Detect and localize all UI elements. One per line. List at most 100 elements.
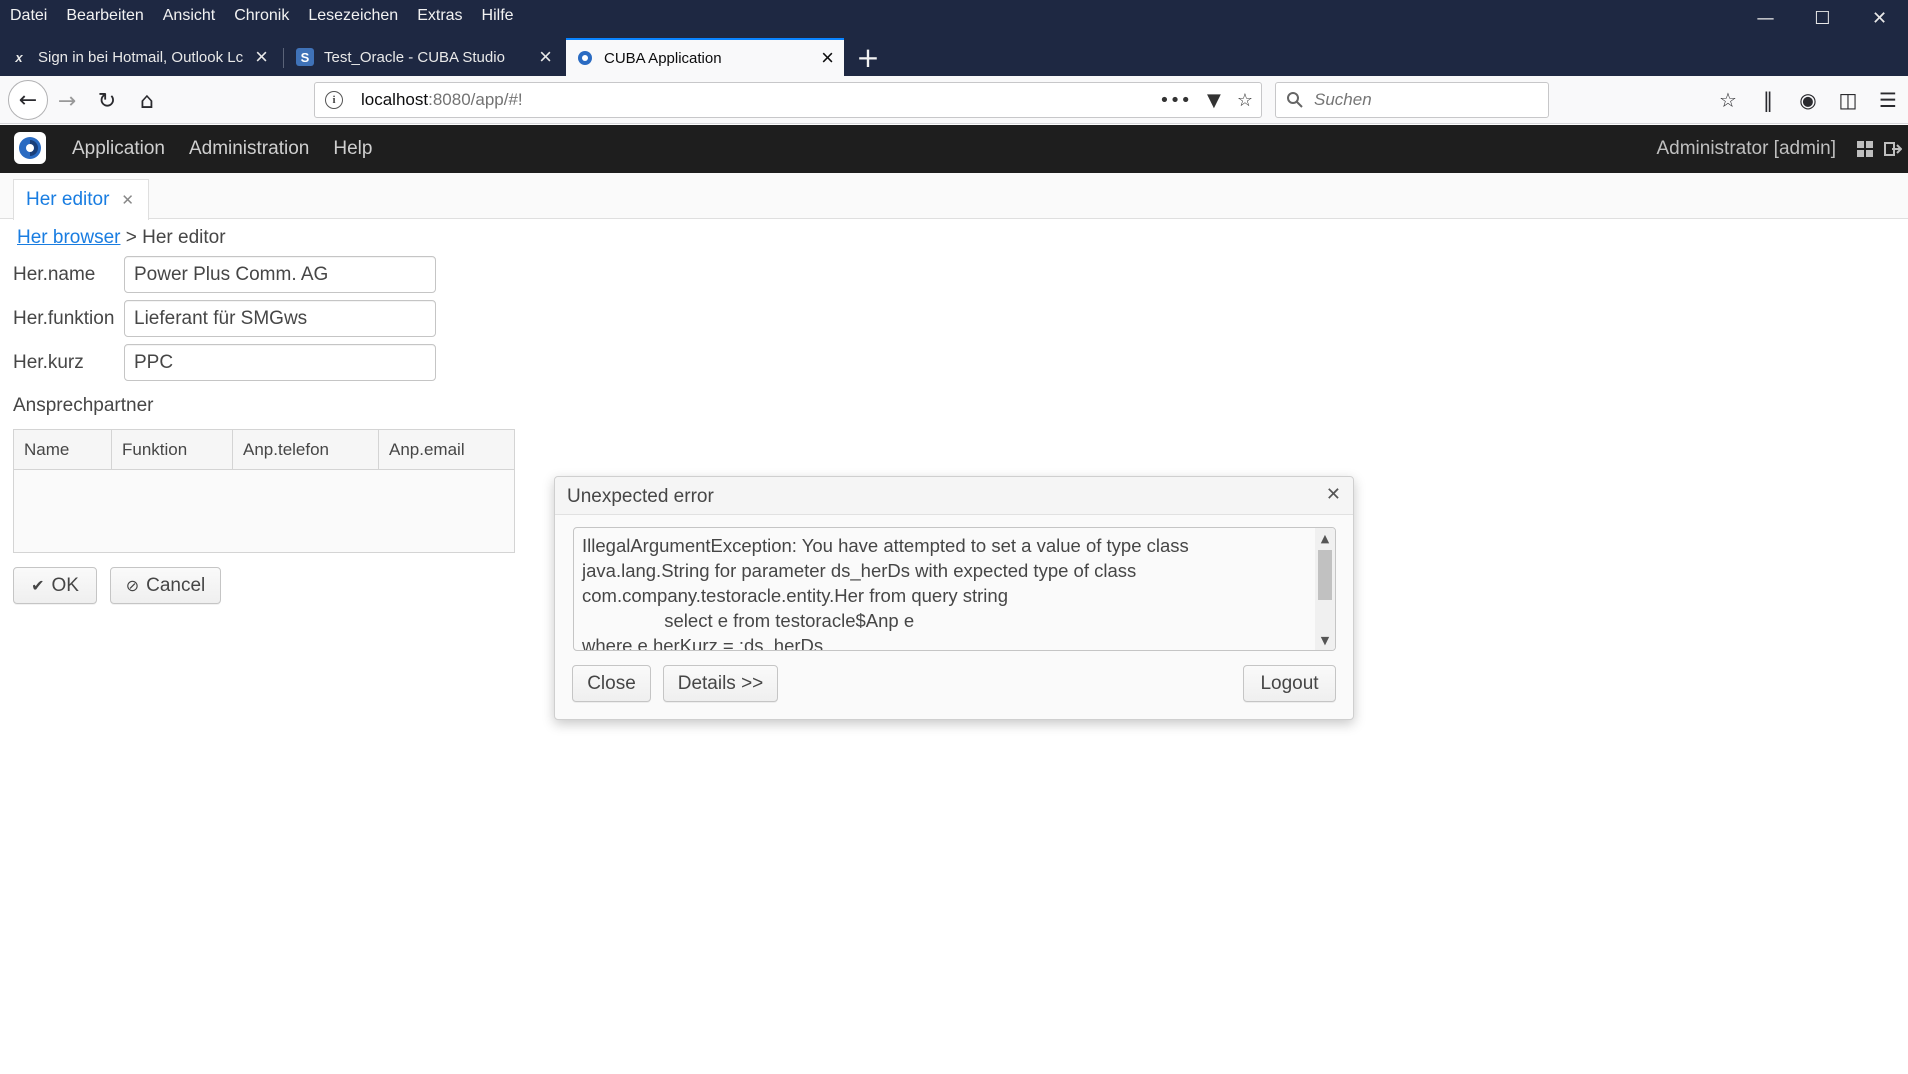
- browser-tab-outlook[interactable]: х Sign in bei Hotmail, Outlook Lc ×: [0, 38, 278, 76]
- column-header-anp-email[interactable]: Anp.email: [379, 430, 514, 469]
- form-row-kurz: Her.kurz: [13, 344, 436, 381]
- scroll-up-icon[interactable]: ▲: [1318, 531, 1332, 545]
- dialog-header: Unexpected error ✕: [555, 477, 1353, 515]
- search-bar[interactable]: [1275, 82, 1549, 118]
- app-menu-application[interactable]: Application: [72, 138, 165, 160]
- logout-icon[interactable]: [1884, 140, 1902, 158]
- menu-bearbeiten[interactable]: Bearbeiten: [66, 7, 143, 25]
- url-bar[interactable]: i localhost:8080/app/#! ••• ▼ ☆: [314, 82, 1262, 118]
- reload-icon[interactable]: ↻: [90, 84, 124, 118]
- browser-menubar: Datei Bearbeiten Ansicht Chronik Lesezei…: [0, 0, 533, 32]
- field-label-kurz: Her.kurz: [13, 351, 84, 373]
- menu-hilfe[interactable]: Hilfe: [482, 7, 514, 25]
- minimize-icon[interactable]: —: [1737, 0, 1794, 36]
- her-name-field[interactable]: [124, 256, 436, 293]
- browser-titlebar: Datei Bearbeiten Ansicht Chronik Lesezei…: [0, 0, 1908, 76]
- browser-tab-cuba-studio[interactable]: S Test_Oracle - CUBA Studio ×: [286, 38, 562, 76]
- dialog-close-button[interactable]: Close: [572, 665, 651, 702]
- tab-title: Sign in bei Hotmail, Outlook Lc: [38, 48, 244, 66]
- details-button[interactable]: Details >>: [663, 665, 778, 702]
- cancel-button[interactable]: ⊘ Cancel: [110, 567, 221, 604]
- extension-icon[interactable]: ◉: [1788, 88, 1828, 112]
- pocket-icon[interactable]: ▼: [1207, 90, 1221, 111]
- cuba-logo-icon[interactable]: [14, 132, 46, 164]
- browser-toolbar-icons: ☆ ‖ ◉ ◫ ☰: [1708, 76, 1908, 124]
- table-header: Name Funktion Anp.telefon Anp.email: [14, 430, 514, 470]
- tab-her-editor[interactable]: Her editor ✕: [13, 179, 149, 220]
- bookmarks-icon[interactable]: ☆: [1708, 88, 1748, 112]
- cuba-icon: [576, 49, 594, 67]
- logout-button[interactable]: Logout: [1243, 665, 1336, 702]
- forward-icon[interactable]: →: [50, 84, 84, 118]
- breadcrumb-link-her-browser[interactable]: Her browser: [17, 227, 120, 248]
- scrollbar-thumb[interactable]: [1318, 550, 1332, 600]
- maximize-icon[interactable]: ☐: [1794, 0, 1851, 36]
- info-icon[interactable]: i: [325, 91, 343, 109]
- sidebar-icon[interactable]: ◫: [1828, 88, 1868, 112]
- url-host: localhost: [361, 90, 429, 109]
- column-header-funktion[interactable]: Funktion: [112, 430, 233, 469]
- new-tab-icon[interactable]: +: [852, 38, 884, 76]
- check-icon: ✔: [31, 577, 45, 595]
- app-menu-help[interactable]: Help: [333, 138, 372, 160]
- url-actions: ••• ▼ ☆: [1159, 83, 1253, 117]
- browser-tabstrip: х Sign in bei Hotmail, Outlook Lc × S Te…: [0, 38, 1908, 76]
- window-controls: — ☐ ✕: [1737, 0, 1908, 36]
- ok-label: OK: [51, 574, 79, 596]
- url-text[interactable]: localhost:8080/app/#!: [361, 90, 523, 110]
- scroll-down-icon[interactable]: ▼: [1318, 633, 1332, 647]
- column-header-name[interactable]: Name: [14, 430, 112, 469]
- workspace-tabs: Her editor ✕: [0, 173, 1908, 220]
- field-label-name: Her.name: [13, 263, 96, 285]
- current-user[interactable]: Administrator [admin]: [1656, 125, 1836, 173]
- workspace-tab-close-icon[interactable]: ✕: [121, 191, 134, 209]
- tab-close-icon[interactable]: ×: [821, 47, 834, 69]
- menu-extras[interactable]: Extras: [417, 7, 462, 25]
- hamburger-menu-icon[interactable]: ☰: [1868, 88, 1908, 112]
- breadcrumb-current: > Her editor: [125, 227, 226, 248]
- tab-title: CUBA Application: [604, 49, 722, 67]
- field-label-funktion: Her.funktion: [13, 307, 115, 329]
- app-menu-administration[interactable]: Administration: [189, 138, 309, 160]
- her-kurz-field[interactable]: [124, 344, 436, 381]
- column-header-anp-telefon[interactable]: Anp.telefon: [233, 430, 379, 469]
- cancel-icon: ⊘: [125, 577, 140, 595]
- back-icon[interactable]: ←: [8, 80, 48, 120]
- error-message-area[interactable]: IllegalArgumentException: You have attem…: [573, 527, 1336, 651]
- form-row-name: Her.name: [13, 256, 436, 293]
- menu-ansicht[interactable]: Ansicht: [163, 7, 215, 25]
- menu-chronik[interactable]: Chronik: [234, 7, 289, 25]
- page-actions-icon[interactable]: •••: [1159, 90, 1191, 111]
- tab-separator: [283, 48, 284, 68]
- home-icon[interactable]: ⌂: [130, 84, 164, 118]
- section-caption-ansprechpartner: Ansprechpartner: [13, 395, 154, 416]
- workspace-tab-title: Her editor: [26, 189, 110, 210]
- url-path: :8080/app/#!: [428, 90, 523, 109]
- search-input[interactable]: [1314, 90, 1534, 110]
- browser-tab-cuba-application[interactable]: CUBA Application ×: [566, 38, 844, 76]
- new-window-icon[interactable]: [1856, 140, 1874, 158]
- studio-icon: S: [296, 48, 314, 66]
- tab-close-icon[interactable]: ×: [539, 46, 552, 68]
- ok-button[interactable]: ✔ OK: [13, 567, 97, 604]
- scrollbar[interactable]: ▲ ▼: [1315, 528, 1335, 650]
- close-label: Close: [587, 672, 636, 694]
- window-close-icon[interactable]: ✕: [1851, 0, 1908, 36]
- ansprechpartner-table[interactable]: Name Funktion Anp.telefon Anp.email: [13, 429, 515, 553]
- unexpected-error-dialog: Unexpected error ✕ IllegalArgumentExcept…: [554, 476, 1354, 720]
- tab-close-icon[interactable]: ×: [255, 46, 268, 68]
- search-icon: [1287, 92, 1303, 108]
- menu-datei[interactable]: Datei: [10, 7, 47, 25]
- outlook-icon: х: [15, 49, 23, 65]
- bookmark-star-icon[interactable]: ☆: [1237, 90, 1253, 111]
- form-row-funktion: Her.funktion: [13, 300, 436, 337]
- library-icon[interactable]: ‖: [1748, 88, 1788, 112]
- app-main-menu: Application Administration Help: [60, 125, 384, 173]
- app-header: Application Administration Help Administ…: [0, 125, 1908, 173]
- her-funktion-field[interactable]: [124, 300, 436, 337]
- dialog-close-icon[interactable]: ✕: [1326, 484, 1341, 505]
- menu-lesezeichen[interactable]: Lesezeichen: [308, 7, 398, 25]
- details-label: Details >>: [677, 672, 764, 694]
- dialog-title: Unexpected error: [567, 486, 714, 507]
- breadcrumb: Her browser > Her editor: [17, 227, 226, 249]
